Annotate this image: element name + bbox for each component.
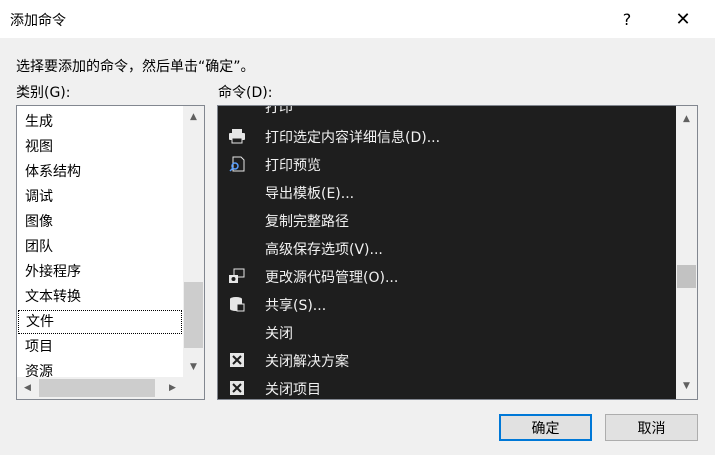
category-item[interactable]: 体系结构 (18, 160, 182, 184)
close-box-icon (230, 353, 244, 367)
command-listbox[interactable]: 打印 打印选定内容详细信息(D)... 打印预览 导出模板(E)... 复制完整… (217, 105, 698, 400)
command-label: 关闭项目 (265, 382, 321, 398)
instruction-text: 选择要添加的命令，然后单击“确定”。 (16, 59, 255, 75)
close-box-icon (230, 381, 244, 395)
window-title: 添加命令 (10, 13, 66, 29)
command-vertical-scrollbar[interactable]: ▲ ▼ (676, 106, 697, 399)
command-label: 打印选定内容详细信息(D)... (265, 130, 441, 146)
categories-label: 类别(G): (16, 85, 71, 101)
category-item[interactable]: 生成 (18, 110, 182, 134)
command-item[interactable]: 导出模板(E)... (218, 178, 676, 206)
command-item[interactable]: 高级保存选项(V)... (218, 234, 676, 262)
source-control-icon (229, 268, 245, 283)
command-item[interactable]: 打印预览 (218, 150, 676, 178)
command-item[interactable]: 共享(S)... (218, 290, 676, 318)
category-item[interactable]: 文本转换 (18, 285, 182, 309)
scroll-down-icon[interactable]: ▼ (183, 358, 204, 376)
category-vertical-scrollbar[interactable]: ▲ ▼ (183, 106, 204, 378)
command-item[interactable]: 更改源代码管理(O)... (218, 262, 676, 290)
scroll-right-icon[interactable]: ▶ (162, 379, 183, 397)
cancel-button[interactable]: 取消 (605, 414, 698, 441)
commands-label: 命令(D): (218, 85, 273, 101)
command-item[interactable]: 关闭项目 (218, 374, 676, 399)
share-database-icon (230, 297, 245, 312)
category-item[interactable]: 视图 (18, 135, 182, 159)
category-item-selected[interactable]: 文件 (18, 310, 182, 334)
scroll-up-icon[interactable]: ▲ (183, 108, 204, 126)
command-label: 高级保存选项(V)... (265, 242, 383, 258)
command-label: 共享(S)... (265, 298, 327, 314)
ok-button[interactable]: 确定 (499, 414, 592, 441)
command-label: 导出模板(E)... (265, 186, 355, 202)
category-item[interactable]: 调试 (18, 185, 182, 209)
category-scroll-thumb[interactable] (184, 282, 203, 348)
scrollbar-corner (183, 377, 204, 399)
category-hscroll-thumb[interactable] (39, 379, 155, 397)
close-button[interactable]: ✕ (661, 0, 705, 38)
category-item[interactable]: 外接程序 (18, 260, 182, 284)
scroll-down-icon[interactable]: ▼ (676, 377, 697, 395)
printer-icon (229, 129, 245, 144)
category-item[interactable]: 项目 (18, 335, 182, 359)
help-button[interactable]: ? (605, 0, 649, 38)
category-listbox[interactable]: 生成 视图 体系结构 调试 图像 团队 外接程序 文本转换 文件 项目 资源 ▲… (16, 105, 205, 400)
command-item[interactable]: 复制完整路径 (218, 206, 676, 234)
command-label: 关闭解决方案 (265, 354, 349, 370)
command-scroll-thumb[interactable] (677, 265, 696, 288)
command-label: 更改源代码管理(O)... (265, 270, 399, 286)
command-label: 打印预览 (265, 158, 321, 174)
command-item[interactable]: 打印选定内容详细信息(D)... (218, 122, 676, 150)
category-item[interactable]: 团队 (18, 235, 182, 259)
print-preview-icon (229, 156, 245, 172)
scroll-up-icon[interactable]: ▲ (676, 110, 697, 128)
command-label: 打印 (265, 105, 293, 116)
command-label: 关闭 (265, 326, 293, 342)
scroll-left-icon[interactable]: ◀ (17, 379, 38, 397)
command-item[interactable]: 打印 (218, 105, 676, 120)
command-item[interactable]: 关闭 (218, 318, 676, 346)
command-label: 复制完整路径 (265, 214, 349, 230)
category-item[interactable]: 图像 (18, 210, 182, 234)
category-horizontal-scrollbar[interactable]: ◀ ▶ (17, 377, 183, 399)
command-item[interactable]: 关闭解决方案 (218, 346, 676, 374)
title-bar: 添加命令 ? ✕ (0, 0, 715, 38)
